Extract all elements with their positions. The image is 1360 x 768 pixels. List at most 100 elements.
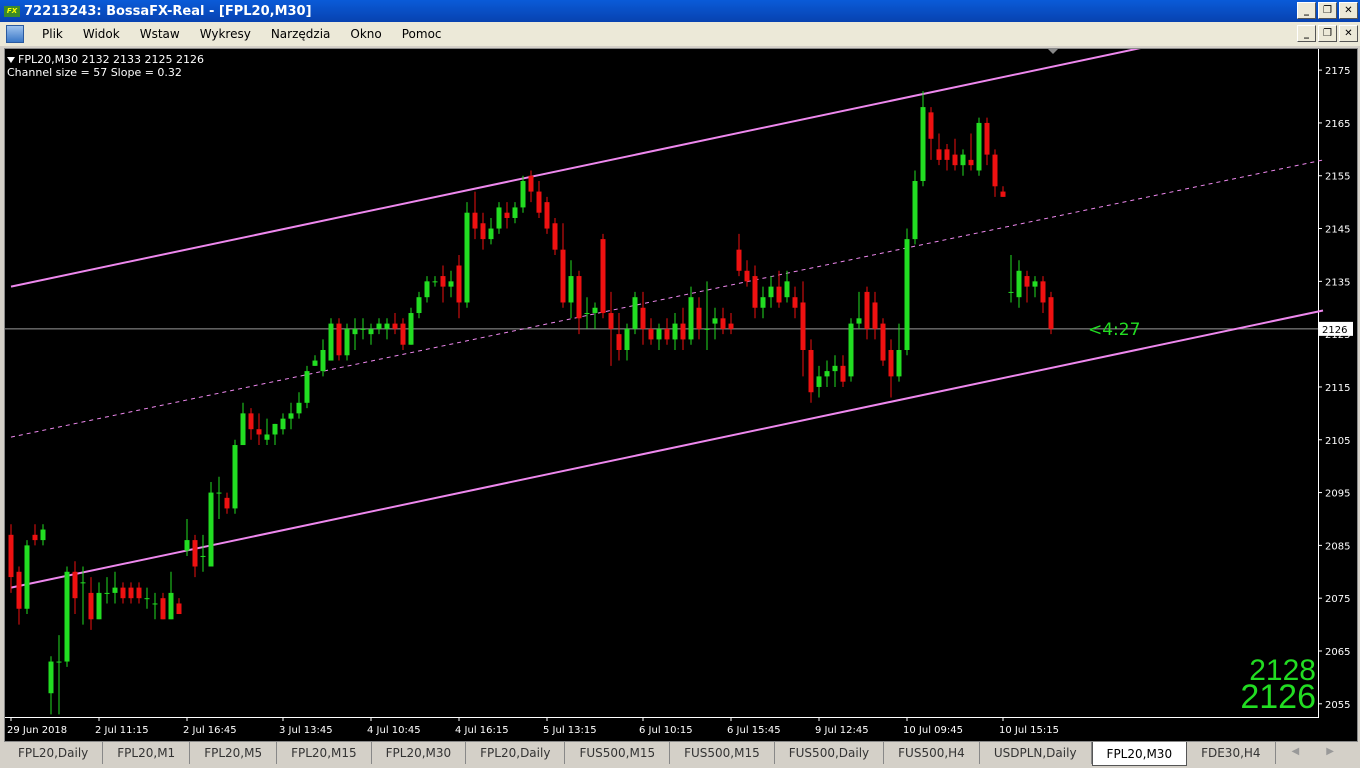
candle-body [400, 323, 406, 345]
child-minimize-button[interactable]: _ [1297, 25, 1316, 42]
chart-area[interactable]: 2175216521552145213521252115210520952085… [4, 8, 1358, 742]
tab-fpl20-daily[interactable]: FPL20,Daily [466, 742, 566, 764]
bull-candle [64, 566, 70, 667]
chart-legend: FPL20,M30 2132 2133 2125 2126 Channel si… [7, 53, 204, 79]
bear-candle [1048, 291, 1054, 335]
menu-widok[interactable]: Widok [73, 27, 130, 41]
bear-candle [192, 534, 198, 578]
menu-wstaw[interactable]: Wstaw [130, 27, 190, 41]
candle-body [776, 286, 782, 303]
bear-candle [696, 297, 702, 340]
candles [8, 91, 1054, 715]
candle-body [496, 207, 502, 229]
bull-candle [328, 318, 334, 361]
tab-fus500-daily[interactable]: FUS500,Daily [775, 742, 885, 764]
tab-fpl20-m30[interactable]: FPL20,M30 [372, 742, 467, 764]
bull-candle [568, 260, 574, 319]
tab-fus500-m15[interactable]: FUS500,M15 [670, 742, 775, 764]
bull-candle [384, 318, 390, 340]
bear-candle [160, 592, 166, 620]
bull-candle [624, 323, 630, 361]
candle-body [896, 349, 902, 377]
bull-candle [1008, 254, 1014, 303]
bull-candle [112, 571, 118, 604]
time-label: 2 Jul 16:45 [183, 725, 237, 736]
tab-scroll-arrows[interactable]: ◀ ▶ [1291, 746, 1346, 757]
restore-button[interactable]: ❐ [1318, 2, 1337, 19]
menu-narzedzia[interactable]: Narzędzia [261, 27, 341, 41]
tab-fpl20-m30[interactable]: FPL20,M30 [1091, 742, 1188, 766]
time-label: 10 Jul 09:45 [903, 725, 963, 736]
child-restore-button[interactable]: ❐ [1318, 25, 1337, 42]
candle-body [328, 323, 334, 361]
candle-body [1000, 191, 1006, 197]
chart-window-icon[interactable] [6, 25, 24, 43]
candle-body [872, 302, 878, 329]
dropdown-triangle-icon[interactable] [7, 57, 15, 63]
menu-okno[interactable]: Okno [340, 27, 391, 41]
minimize-button[interactable]: _ [1297, 2, 1316, 19]
bull-candle [432, 276, 438, 287]
close-button[interactable]: ✕ [1339, 2, 1358, 19]
bear-candle [776, 270, 782, 308]
bull-candle [448, 270, 454, 298]
time-label: 6 Jul 10:15 [639, 725, 693, 736]
candle-body [152, 603, 158, 605]
candle-body [960, 154, 966, 166]
bull-candle [896, 323, 902, 382]
tab-fpl20-m1[interactable]: FPL20,M1 [103, 742, 191, 764]
bull-candle [104, 577, 110, 604]
price-chart[interactable]: 2175216521552145213521252115210520952085… [5, 8, 1357, 741]
candle-body [40, 529, 46, 541]
bull-candle [824, 360, 830, 387]
candle-body [616, 334, 622, 350]
menu-wykresy[interactable]: Wykresy [190, 27, 261, 41]
bear-candle [808, 339, 814, 403]
bear-candle [72, 561, 78, 615]
tab-fus500-h4[interactable]: FUS500,H4 [884, 742, 980, 764]
child-close-button[interactable]: ✕ [1339, 25, 1358, 42]
candle-body [464, 212, 470, 303]
bull-candle [1016, 260, 1022, 308]
bull-candle [48, 656, 54, 715]
candle-body [1040, 281, 1046, 303]
candle-body [992, 154, 998, 187]
candle-body [320, 349, 326, 372]
candle-body [1008, 291, 1014, 293]
tab-fpl20-m15[interactable]: FPL20,M15 [277, 742, 372, 764]
symbol-ohlc: FPL20,M30 2132 2133 2125 2126 [18, 53, 205, 66]
candle-body [984, 122, 990, 155]
bear-candle [744, 260, 750, 287]
tab-fus500-m15[interactable]: FUS500,M15 [565, 742, 671, 764]
bear-candle [552, 217, 558, 255]
bear-candle [616, 313, 622, 361]
menu-plik[interactable]: Plik [32, 27, 73, 41]
tab-fpl20-m5[interactable]: FPL20,M5 [190, 742, 278, 764]
candle-body [384, 323, 390, 329]
time-label: 4 Jul 10:45 [367, 725, 421, 736]
candle-body [416, 297, 422, 314]
bull-candle [56, 635, 62, 715]
bull-candle [496, 202, 502, 234]
candle-body [24, 545, 30, 609]
channel-mid-line [10, 159, 1324, 438]
price-tick-label: 2105 [1325, 436, 1350, 447]
bull-candle [152, 592, 158, 620]
tab-usdpln-daily[interactable]: USDPLN,Daily [980, 742, 1092, 764]
tab-fpl20-daily[interactable]: FPL20,Daily [4, 742, 104, 764]
title-bar: FX 72213243: BossaFX-Real - [FPL20,M30] … [0, 0, 1360, 22]
bull-candle [712, 307, 718, 340]
candle-body [592, 307, 598, 314]
bear-candle [648, 318, 654, 345]
candle-body [216, 492, 222, 494]
candle-body [536, 191, 542, 213]
tab-fde30-h4[interactable]: FDE30,H4 [1187, 742, 1276, 764]
candle-body [632, 297, 638, 329]
candle-body [760, 297, 766, 308]
time-label: 29 Jun 2018 [7, 725, 67, 736]
menu-pomoc[interactable]: Pomoc [392, 27, 452, 41]
bull-candle [976, 117, 982, 176]
bull-candle [304, 365, 310, 409]
candle-body [160, 598, 166, 620]
bear-candle [136, 582, 142, 604]
